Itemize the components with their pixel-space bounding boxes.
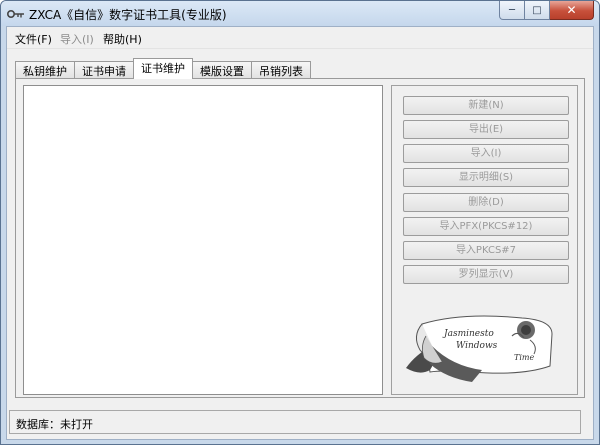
- menu-import[interactable]: 导入(I): [60, 31, 94, 47]
- client-area: 文件(F) 导入(I) 帮助(H) 私钥维护 证书申请 证书维护 模版设置 吊销…: [6, 26, 594, 440]
- list-view-button[interactable]: 罗列显示(V): [403, 265, 569, 284]
- logo-text-line3: Time: [514, 353, 534, 362]
- new-button[interactable]: 新建(N): [403, 96, 569, 115]
- status-text: 数据库：未打开: [16, 418, 93, 431]
- import-pfx-button[interactable]: 导入PFX(PKCS#12): [403, 217, 569, 236]
- maximize-icon: □: [532, 4, 542, 16]
- tab-revocation-list[interactable]: 吊销列表: [251, 61, 311, 78]
- menu-file[interactable]: 文件(F): [15, 31, 52, 47]
- action-button-panel: 新建(N) 导出(E) 导入(I) 显示明细(S) 删除(D) 导入PFX(PK…: [391, 85, 578, 395]
- maximize-button[interactable]: □: [525, 1, 550, 20]
- close-icon: ✕: [566, 3, 577, 17]
- show-details-button[interactable]: 显示明细(S): [403, 168, 569, 187]
- minimize-icon: ─: [508, 4, 516, 16]
- import-button[interactable]: 导入(I): [403, 144, 569, 163]
- tab-cert-maintenance[interactable]: 证书维护: [133, 58, 193, 79]
- close-button[interactable]: ✕: [550, 1, 594, 20]
- minimize-button[interactable]: ─: [499, 1, 525, 20]
- title-bar[interactable]: ZXCA《自信》数字证书工具(专业版) ─ □ ✕: [1, 1, 599, 26]
- menu-bar: 文件(F) 导入(I) 帮助(H): [7, 27, 593, 49]
- logo-text-line2: Windows: [456, 341, 498, 351]
- menu-help[interactable]: 帮助(H): [103, 31, 142, 47]
- window-title: ZXCA《自信》数字证书工具(专业版): [29, 8, 227, 22]
- certificate-list[interactable]: [23, 85, 383, 395]
- export-button[interactable]: 导出(E): [403, 120, 569, 139]
- logo-text-line1: Jasminesto: [442, 329, 494, 339]
- app-window: ZXCA《自信》数字证书工具(专业版) ─ □ ✕ 文件(F) 导入(I) 帮助…: [0, 0, 600, 445]
- scroll-rose-logo: Jasminesto Windows Time: [406, 315, 553, 382]
- status-bar: 数据库：未打开: [9, 410, 581, 434]
- tab-cert-request[interactable]: 证书申请: [74, 61, 134, 78]
- tab-panel-cert-maintenance: 新建(N) 导出(E) 导入(I) 显示明细(S) 删除(D) 导入PFX(PK…: [15, 78, 585, 398]
- tab-template-settings[interactable]: 模版设置: [192, 61, 252, 78]
- key-icon: [7, 10, 24, 18]
- delete-button[interactable]: 删除(D): [403, 193, 569, 212]
- tab-private-key[interactable]: 私钥维护: [15, 61, 75, 78]
- import-pkcs7-button[interactable]: 导入PKCS#7: [403, 241, 569, 260]
